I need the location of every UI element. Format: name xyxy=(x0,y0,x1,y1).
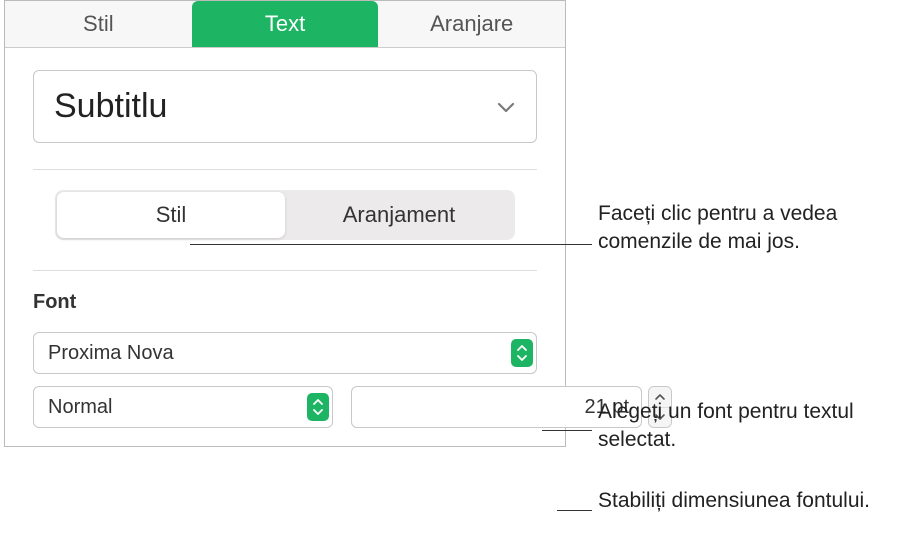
tab-stil[interactable]: Stil xyxy=(5,1,192,47)
chevron-down-icon xyxy=(496,100,516,114)
callout-line xyxy=(557,510,592,511)
callout-stil: Faceți clic pentru a vedea comenzile de … xyxy=(598,200,878,257)
divider xyxy=(33,270,537,271)
callout-line xyxy=(542,430,592,431)
paragraph-style-label: Subtitlu xyxy=(54,87,167,126)
font-section-label: Font xyxy=(33,291,537,314)
font-row-2: Normal xyxy=(33,386,537,428)
panel-content: Subtitlu Stil Aranjament Font Proxima No… xyxy=(5,48,565,446)
callout-size: Stabiliți dimensiunea fontului. xyxy=(598,487,888,515)
updown-icon xyxy=(511,339,533,367)
callout-line xyxy=(190,244,592,245)
tab-aranjare[interactable]: Aranjare xyxy=(378,1,565,47)
font-weight-select[interactable]: Normal xyxy=(33,386,333,428)
tab-text[interactable]: Text xyxy=(192,1,379,47)
updown-icon xyxy=(307,393,329,421)
segmented-control: Stil Aranjament xyxy=(55,190,515,240)
divider xyxy=(33,169,537,170)
format-panel: Stil Text Aranjare Subtitlu Stil Aranjam… xyxy=(4,0,566,447)
top-tabs: Stil Text Aranjare xyxy=(5,1,565,48)
seg-aranjament[interactable]: Aranjament xyxy=(285,192,513,238)
paragraph-style-dropdown[interactable]: Subtitlu xyxy=(33,70,537,143)
font-family-select[interactable]: Proxima Nova xyxy=(33,332,537,374)
font-weight-value: Normal xyxy=(48,396,112,419)
callout-font: Alegeți un font pentru textul selectat. xyxy=(598,398,888,455)
seg-stil[interactable]: Stil xyxy=(57,192,285,238)
font-family-value: Proxima Nova xyxy=(48,342,174,365)
